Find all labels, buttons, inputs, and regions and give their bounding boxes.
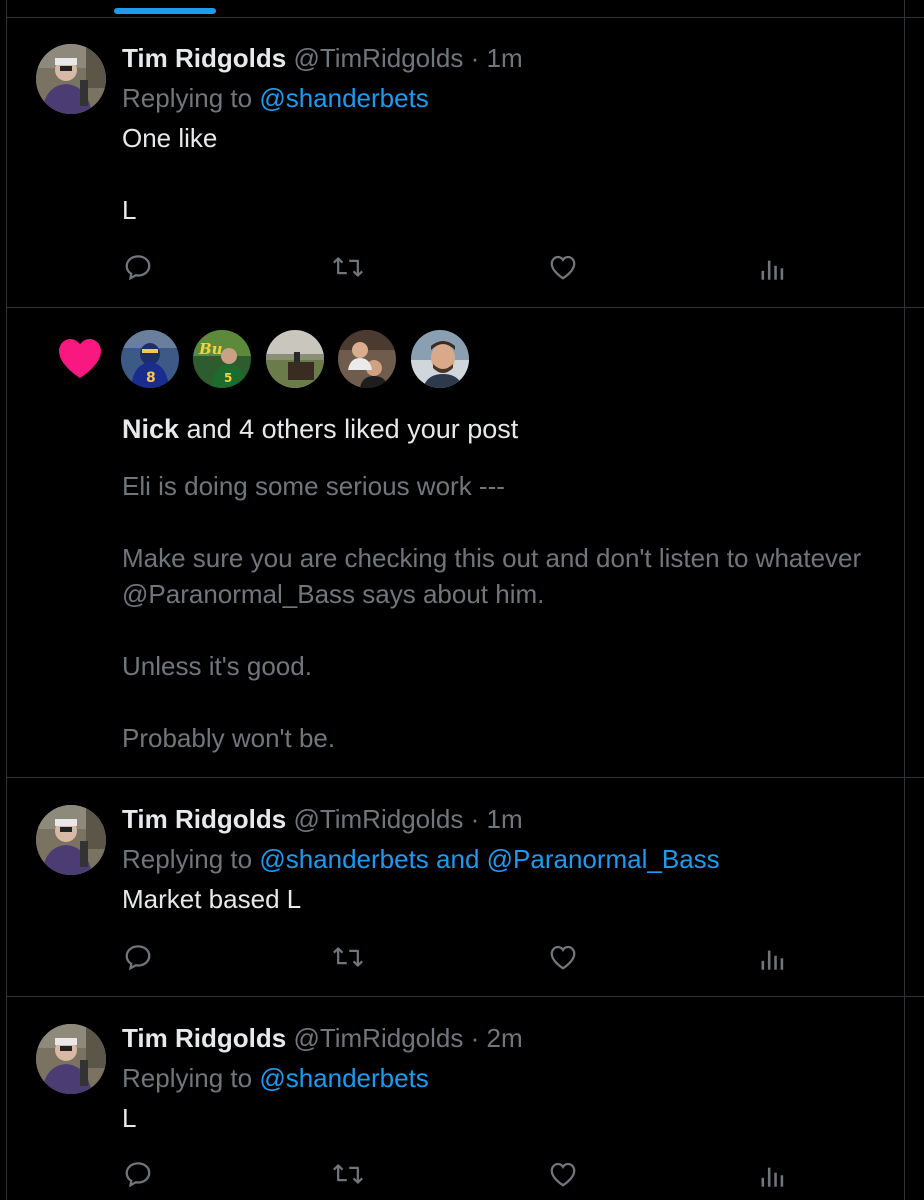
separator-dot: ·: [470, 43, 480, 73]
display-name[interactable]: Tim Ridgolds: [122, 43, 286, 73]
replying-to-line: Replying to @shanderbets and @Paranormal…: [122, 843, 720, 875]
liked-post-preview[interactable]: Eli is doing some serious work --- Make …: [122, 468, 922, 756]
tweet-text-line-1: One like: [122, 123, 218, 153]
mention-link[interactable]: @shanderbets: [259, 1063, 429, 1093]
liker-avatar-5[interactable]: [411, 330, 469, 388]
views-button[interactable]: [756, 250, 790, 284]
svg-text:8: 8: [146, 370, 156, 386]
avatar[interactable]: [36, 805, 106, 875]
notification-rest: and 4 others liked your post: [179, 414, 519, 444]
avatar[interactable]: [36, 44, 106, 114]
views-icon: [761, 260, 784, 280]
tweet-header: Tim Ridgolds @TimRidgolds · 1m: [122, 42, 523, 74]
notification-title: Nick and 4 others liked your post: [122, 412, 518, 446]
liker-avatar-1[interactable]: 8: [121, 330, 179, 388]
reply-button[interactable]: [121, 1157, 155, 1191]
post-line-5: Probably won't be.: [122, 723, 336, 753]
replying-to-line: Replying to @shanderbets: [122, 1062, 429, 1094]
reply-button[interactable]: [121, 940, 155, 974]
tweet-text-line-1: L: [122, 1103, 137, 1133]
tweet-header: Tim Ridgolds @TimRidgolds · 2m: [122, 1022, 523, 1054]
tweet-text-line-2: L: [122, 195, 137, 225]
retweet-icon: [333, 257, 363, 277]
tab-bar-divider: [6, 17, 924, 18]
retweet-button[interactable]: [331, 250, 365, 284]
svg-text:5: 5: [224, 371, 232, 385]
timestamp[interactable]: 1m: [487, 43, 523, 73]
replying-prefix: Replying to: [122, 1063, 253, 1093]
replying-to-line: Replying to @shanderbets: [122, 82, 429, 114]
timeline-left-border: [6, 0, 7, 1200]
post-line-4: Unless it's good.: [122, 651, 312, 681]
tweet-divider: [6, 777, 924, 778]
tweet-divider: [6, 307, 924, 308]
heart-filled-icon: [59, 339, 101, 378]
like-icon: [550, 945, 576, 970]
views-button[interactable]: [756, 1157, 790, 1191]
active-tab-indicator: [114, 8, 216, 14]
mention-link[interactable]: @shanderbets and @Paranormal_Bass: [259, 844, 719, 874]
tweet-divider: [6, 996, 924, 997]
tweet-header: Tim Ridgolds @TimRidgolds · 1m: [122, 803, 523, 835]
svg-text:Bu: Bu: [198, 340, 223, 358]
notification-actor[interactable]: Nick: [122, 414, 179, 444]
separator-dot: ·: [470, 1023, 480, 1053]
timestamp[interactable]: 1m: [487, 804, 523, 834]
like-button[interactable]: [546, 1157, 580, 1191]
user-handle[interactable]: @TimRidgolds: [293, 804, 463, 834]
replying-prefix: Replying to: [122, 844, 253, 874]
like-icon: [550, 1162, 576, 1187]
post-line-1: Eli is doing some serious work ---: [122, 471, 505, 501]
user-handle[interactable]: @TimRidgolds: [293, 43, 463, 73]
liker-avatar-4[interactable]: [338, 330, 396, 388]
retweet-icon: [333, 1164, 363, 1184]
separator-dot: ·: [470, 804, 480, 834]
retweet-button[interactable]: [331, 940, 365, 974]
post-line-3: @Paranormal_Bass says about him.: [122, 579, 545, 609]
timestamp[interactable]: 2m: [487, 1023, 523, 1053]
tweet-text-line-1: Market based L: [122, 884, 302, 914]
avatar[interactable]: [36, 1024, 106, 1094]
display-name[interactable]: Tim Ridgolds: [122, 804, 286, 834]
display-name[interactable]: Tim Ridgolds: [122, 1023, 286, 1053]
retweet-button[interactable]: [331, 1157, 365, 1191]
reply-icon: [125, 255, 151, 281]
user-handle[interactable]: @TimRidgolds: [293, 1023, 463, 1053]
like-button[interactable]: [546, 940, 580, 974]
like-icon: [550, 255, 576, 280]
mention-link[interactable]: @shanderbets: [259, 83, 429, 113]
replying-prefix: Replying to: [122, 83, 253, 113]
post-line-2: Make sure you are checking this out and …: [122, 543, 862, 573]
views-button[interactable]: [756, 940, 790, 974]
notifications-timeline: Tim Ridgolds @TimRidgolds · 1m Replying …: [0, 0, 924, 1200]
views-icon: [761, 1167, 784, 1187]
retweet-icon: [333, 947, 363, 967]
liker-avatar-2[interactable]: Bu 5: [193, 330, 251, 388]
views-icon: [761, 950, 784, 970]
liker-avatar-3[interactable]: [266, 330, 324, 388]
reply-icon: [125, 1162, 151, 1188]
reply-icon: [125, 945, 151, 971]
reply-button[interactable]: [121, 250, 155, 284]
like-button[interactable]: [546, 250, 580, 284]
